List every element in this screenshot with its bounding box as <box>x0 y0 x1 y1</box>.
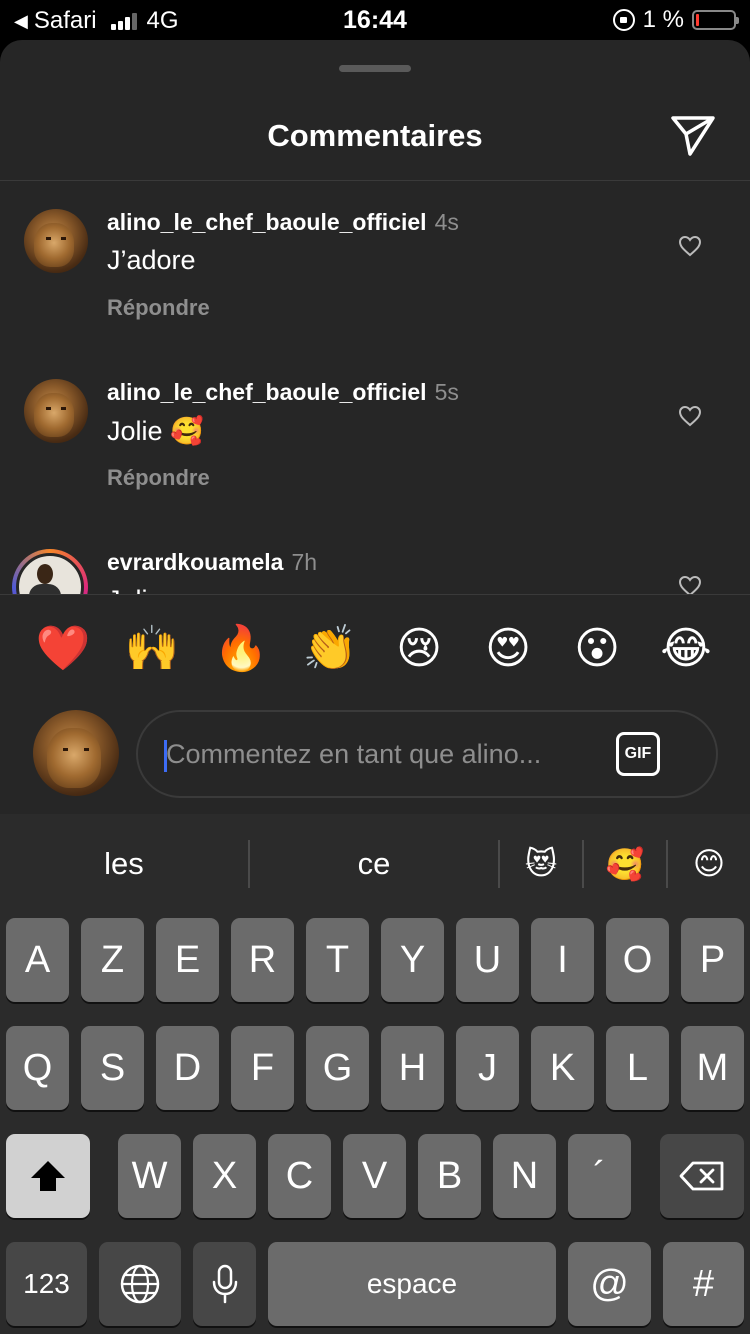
comment-input[interactable]: Commentez en tant que alino... GIF <box>136 710 718 798</box>
heart-icon[interactable] <box>678 405 702 427</box>
key-h[interactable]: H <box>381 1026 444 1110</box>
key-w[interactable]: W <box>118 1134 181 1218</box>
comment-time: 7h <box>291 549 318 575</box>
comment-item: alino_le_chef_baoule_officiel 5s Jolie 🥰 … <box>0 351 750 521</box>
key-b[interactable]: B <box>418 1134 481 1218</box>
key-r[interactable]: R <box>231 918 294 1002</box>
numbers-key[interactable]: 123 <box>6 1242 87 1326</box>
quick-reactions-bar: ❤️ 🙌 🔥 👏 😢 😍 😮 😂 <box>0 594 750 706</box>
key-accent[interactable]: ´ <box>568 1134 631 1218</box>
key-z[interactable]: Z <box>81 918 144 1002</box>
reaction-fire[interactable]: 🔥 <box>213 621 269 677</box>
suggestion-ce[interactable]: ce <box>250 814 498 914</box>
paper-plane-icon[interactable] <box>668 112 718 158</box>
backspace-key[interactable] <box>660 1134 744 1218</box>
key-q[interactable]: Q <box>6 1026 69 1110</box>
reaction-crying[interactable]: 😢 <box>391 621 447 677</box>
comment-username[interactable]: alino_le_chef_baoule_officiel <box>107 379 427 405</box>
key-m[interactable]: M <box>681 1026 744 1110</box>
key-u[interactable]: U <box>456 918 519 1002</box>
self-avatar <box>33 710 119 796</box>
comment-text: Jolie 🥰 <box>107 416 204 446</box>
key-n[interactable]: N <box>493 1134 556 1218</box>
key-x[interactable]: X <box>193 1134 256 1218</box>
comment-username[interactable]: evrardkouamela <box>107 549 283 575</box>
rotation-lock-icon <box>612 9 635 31</box>
heart-icon[interactable] <box>678 235 702 257</box>
reaction-clap[interactable]: 👏 <box>302 621 358 677</box>
numbers-key-label: 123 <box>23 1268 70 1299</box>
suggestion-emoji-cat[interactable]: 😻 <box>500 814 582 914</box>
shift-arrow-icon <box>31 1161 65 1191</box>
comment-item: evrardkouamela 7h Jolie <box>0 521 750 594</box>
comment-time: 5s <box>434 379 459 405</box>
globe-icon <box>120 1264 160 1304</box>
backspace-icon <box>679 1161 724 1191</box>
key-c[interactable]: C <box>268 1134 331 1218</box>
space-key-label: espace <box>366 1268 458 1299</box>
sheet-grabber[interactable] <box>339 65 411 72</box>
battery-percent: 1 % <box>642 6 684 33</box>
key-j[interactable]: J <box>456 1026 519 1110</box>
reply-button[interactable]: Répondre <box>107 465 210 491</box>
avatar[interactable] <box>24 209 88 273</box>
key-p[interactable]: P <box>681 918 744 1002</box>
globe-key[interactable] <box>99 1242 181 1326</box>
key-g[interactable]: G <box>306 1026 369 1110</box>
shift-key[interactable] <box>6 1134 90 1218</box>
reply-button[interactable]: Répondre <box>107 295 210 321</box>
sheet-title: Commentaires <box>267 118 483 153</box>
key-l[interactable]: L <box>606 1026 669 1110</box>
status-bar: ◀ Safari 4G 16:44 1 % <box>0 0 750 40</box>
comment-header: alino_le_chef_baoule_officiel 5s <box>107 379 459 406</box>
microphone-icon <box>212 1264 237 1304</box>
suggestion-les[interactable]: les <box>0 814 248 914</box>
key-y[interactable]: Y <box>381 918 444 1002</box>
key-k[interactable]: K <box>531 1026 594 1110</box>
reaction-heart[interactable]: ❤️ <box>35 621 91 677</box>
keyboard: les ce 😻 🥰 😊 A Z E R T Y U I O P Q S D F… <box>0 814 750 1334</box>
comment-list[interactable]: alino_le_chef_baoule_officiel 4s J’adore … <box>0 181 750 594</box>
avatar[interactable] <box>12 549 88 594</box>
comment-header: alino_le_chef_baoule_officiel 4s <box>107 209 459 236</box>
comment-text: Jolie <box>107 585 163 594</box>
battery-icon <box>692 10 739 30</box>
key-o[interactable]: O <box>606 918 669 1002</box>
key-e[interactable]: E <box>156 918 219 1002</box>
key-t[interactable]: T <box>306 918 369 1002</box>
comment-username[interactable]: alino_le_chef_baoule_officiel <box>107 209 427 235</box>
suggestion-emoji-hearts[interactable]: 🥰 <box>584 814 666 914</box>
space-key[interactable]: espace <box>268 1242 556 1326</box>
at-key[interactable]: @ <box>568 1242 651 1326</box>
status-right: 1 % <box>612 6 739 34</box>
comment-time: 4s <box>434 209 459 235</box>
comment-text: J’adore <box>107 245 196 275</box>
key-s[interactable]: S <box>81 1026 144 1110</box>
key-a[interactable]: A <box>6 918 69 1002</box>
comments-sheet: Commentaires alino_le_chef_baoule_offici… <box>0 40 750 814</box>
hash-key[interactable]: # <box>663 1242 744 1326</box>
text-cursor <box>164 740 167 772</box>
gif-button[interactable]: GIF <box>616 732 660 776</box>
reaction-laughing[interactable]: 😂 <box>658 621 714 677</box>
key-i[interactable]: I <box>531 918 594 1002</box>
reaction-raised-hands[interactable]: 🙌 <box>124 621 180 677</box>
comment-placeholder: Commentez en tant que alino... <box>166 739 542 769</box>
avatar[interactable] <box>24 379 88 443</box>
key-d[interactable]: D <box>156 1026 219 1110</box>
reaction-surprised[interactable]: 😮 <box>569 621 625 677</box>
suggestion-emoji-smile[interactable]: 😊 <box>668 814 750 914</box>
heart-icon[interactable] <box>678 575 702 594</box>
dictation-key[interactable] <box>193 1242 256 1326</box>
comment-item: alino_le_chef_baoule_officiel 4s J’adore … <box>0 181 750 351</box>
reaction-heart-eyes[interactable]: 😍 <box>480 621 536 677</box>
key-f[interactable]: F <box>231 1026 294 1110</box>
key-v[interactable]: V <box>343 1134 406 1218</box>
comment-header: evrardkouamela 7h <box>107 549 317 576</box>
